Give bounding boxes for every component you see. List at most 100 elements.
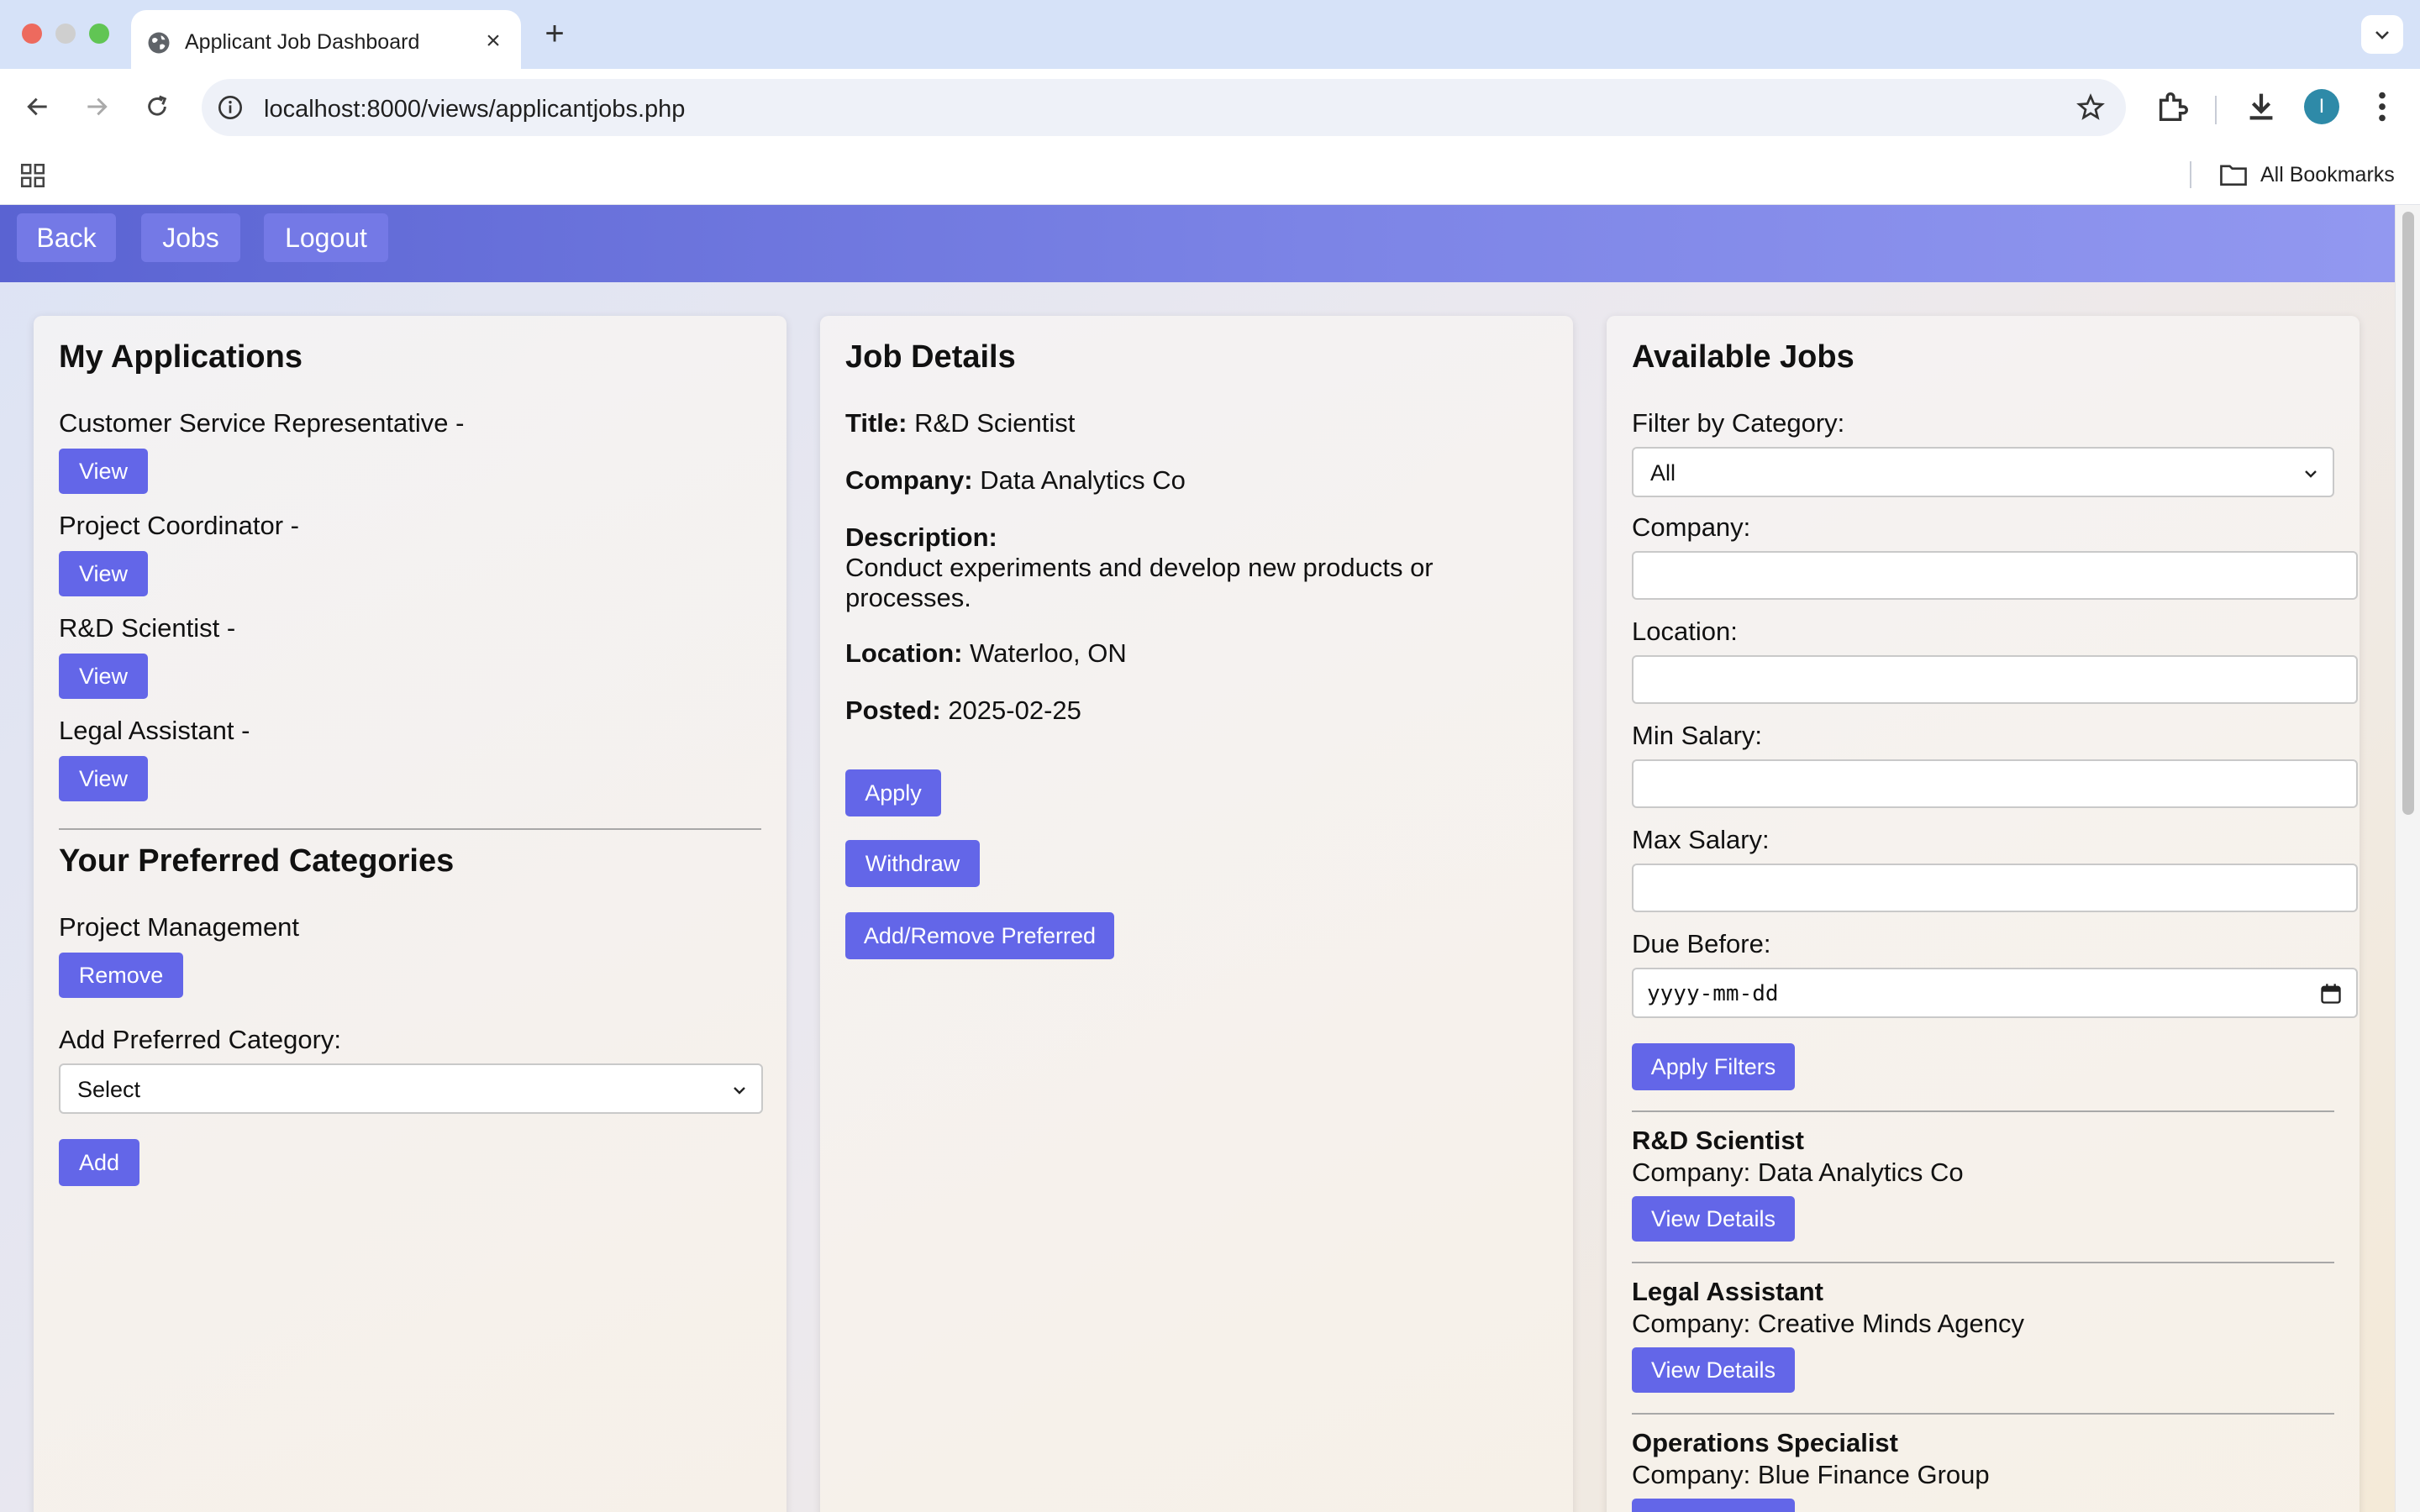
min-salary-input[interactable]: [1632, 759, 2358, 808]
my-applications-heading: My Applications: [59, 339, 302, 375]
job-location-label: Location:: [845, 638, 963, 668]
due-before-date-input[interactable]: yyyy-mm-dd: [1632, 968, 2358, 1018]
job-listing-title: Legal Assistant: [1632, 1277, 1823, 1306]
apply-button[interactable]: Apply: [845, 769, 941, 816]
max-salary-label: Max Salary:: [1632, 825, 1770, 854]
calendar-icon[interactable]: [2319, 982, 2343, 1005]
jobs-nav-button[interactable]: Jobs: [141, 213, 240, 262]
job-description-line: processes.: [845, 583, 971, 612]
job-company-label: Company:: [845, 465, 973, 495]
site-info-icon[interactable]: [217, 94, 244, 121]
back-nav-button[interactable]: Back: [17, 213, 116, 262]
back-arrow-icon[interactable]: [17, 86, 59, 128]
filter-category-label: Filter by Category:: [1632, 408, 1845, 438]
available-jobs-heading: Available Jobs: [1632, 339, 1854, 375]
extensions-puzzle-icon[interactable]: [2153, 87, 2191, 126]
job-title-label: Title:: [845, 408, 908, 438]
my-applications-panel: My Applications Customer Service Represe…: [34, 316, 786, 1512]
job-divider: [1632, 1413, 2334, 1415]
preferred-categories-heading: Your Preferred Categories: [59, 843, 455, 879]
folder-icon[interactable]: [2218, 161, 2249, 188]
address-bar[interactable]: localhost:8000/views/applicantjobs.php: [202, 79, 2126, 136]
job-title-row: Title: R&D Scientist: [845, 408, 1075, 438]
job-posted-row: Posted: 2025-02-25: [845, 696, 1081, 726]
date-placeholder: yyyy-mm-dd: [1647, 981, 1779, 1006]
chevron-down-icon: [734, 1087, 745, 1095]
job-company-row: Company: Data Analytics Co: [845, 465, 1186, 496]
max-salary-input[interactable]: [1632, 864, 2358, 912]
view-application-button[interactable]: View: [59, 756, 148, 801]
location-filter-label: Location:: [1632, 617, 1738, 646]
company-filter-label: Company:: [1632, 512, 1751, 542]
page-viewport: Back Jobs Logout My Applications Custome…: [0, 205, 2395, 1512]
select-value: Select: [77, 1077, 141, 1102]
page-scrollbar[interactable]: [2395, 205, 2420, 1512]
minimize-window-button[interactable]: [55, 24, 76, 44]
job-description-label: Description:: [845, 522, 997, 552]
job-details-heading: Job Details: [845, 339, 1016, 375]
available-jobs-panel: Available Jobs Filter by Category: All C…: [1607, 316, 2360, 1512]
job-divider: [1632, 1262, 2334, 1263]
chevron-down-icon: [2305, 470, 2317, 478]
globe-icon: [148, 32, 170, 54]
min-salary-label: Min Salary:: [1632, 721, 1763, 750]
new-tab-plus-icon[interactable]: +: [538, 15, 571, 52]
job-listing-title: Operations Specialist: [1632, 1428, 1898, 1457]
add-remove-preferred-button[interactable]: Add/Remove Preferred: [845, 912, 1114, 959]
application-item-label: Project Coordinator -: [59, 511, 300, 540]
tab-close-icon[interactable]: ×: [479, 27, 508, 55]
add-category-label: Add Preferred Category:: [59, 1025, 342, 1054]
job-title-value: R&D Scientist: [914, 408, 1076, 438]
job-location-value: Waterloo, ON: [970, 638, 1127, 668]
due-before-label: Due Before:: [1632, 929, 1771, 958]
company-filter-input[interactable]: [1632, 551, 2358, 600]
bookmark-star-icon[interactable]: [2075, 92, 2106, 123]
job-company-value: Data Analytics Co: [980, 465, 1186, 495]
application-item-label: Legal Assistant -: [59, 716, 250, 745]
job-listing-company: Company: Creative Minds Agency: [1632, 1309, 2024, 1338]
scrollbar-thumb[interactable]: [2402, 212, 2414, 815]
withdraw-button[interactable]: Withdraw: [845, 840, 980, 887]
view-details-button[interactable]: View Details: [1632, 1499, 1795, 1512]
reload-icon[interactable]: [136, 86, 178, 128]
browser-tab-active[interactable]: Applicant Job Dashboard ×: [131, 10, 521, 69]
job-location-row: Location: Waterloo, ON: [845, 638, 1127, 669]
application-item-label: Customer Service Representative -: [59, 408, 465, 438]
preferred-category-label: Project Management: [59, 912, 300, 942]
job-details-panel: Job Details Title: R&D Scientist Company…: [820, 316, 1573, 1512]
download-icon[interactable]: [2242, 87, 2281, 126]
job-posted-label: Posted:: [845, 696, 941, 725]
job-divider: [1632, 1110, 2334, 1112]
maximize-window-button[interactable]: [89, 24, 109, 44]
job-description-row: Description: Conduct experiments and dev…: [845, 522, 1434, 613]
section-divider: [59, 828, 761, 830]
logout-nav-button[interactable]: Logout: [264, 213, 388, 262]
job-listing-title: R&D Scientist: [1632, 1126, 1804, 1155]
select-value: All: [1650, 460, 1676, 486]
view-application-button[interactable]: View: [59, 551, 148, 596]
apply-filters-button[interactable]: Apply Filters: [1632, 1043, 1795, 1090]
site-navbar: Back Jobs Logout: [0, 205, 2395, 282]
location-filter-input[interactable]: [1632, 655, 2358, 704]
view-application-button[interactable]: View: [59, 449, 148, 494]
more-menu-icon[interactable]: [2363, 87, 2402, 126]
view-application-button[interactable]: View: [59, 654, 148, 699]
tab-search-chevron-icon[interactable]: [2361, 15, 2403, 54]
add-category-select[interactable]: Select: [59, 1063, 763, 1114]
remove-category-button[interactable]: Remove: [59, 953, 183, 998]
apps-grid-icon[interactable]: [18, 161, 47, 190]
add-category-button[interactable]: Add: [59, 1139, 139, 1186]
profile-avatar[interactable]: I: [2304, 89, 2339, 124]
category-filter-select[interactable]: All: [1632, 447, 2334, 497]
view-details-button[interactable]: View Details: [1632, 1196, 1795, 1242]
bookmarks-divider: [2190, 161, 2191, 188]
view-details-button[interactable]: View Details: [1632, 1347, 1795, 1393]
toolbar-divider: [2215, 96, 2217, 124]
job-listing-company: Company: Blue Finance Group: [1632, 1460, 1990, 1489]
application-item-label: R&D Scientist -: [59, 613, 236, 643]
url-text: localhost:8000/views/applicantjobs.php: [264, 96, 686, 123]
all-bookmarks-link[interactable]: All Bookmarks: [2260, 163, 2395, 187]
close-window-button[interactable]: [22, 24, 42, 44]
browser-tab-strip: Applicant Job Dashboard × +: [0, 0, 2420, 69]
forward-arrow-icon[interactable]: [76, 86, 118, 128]
